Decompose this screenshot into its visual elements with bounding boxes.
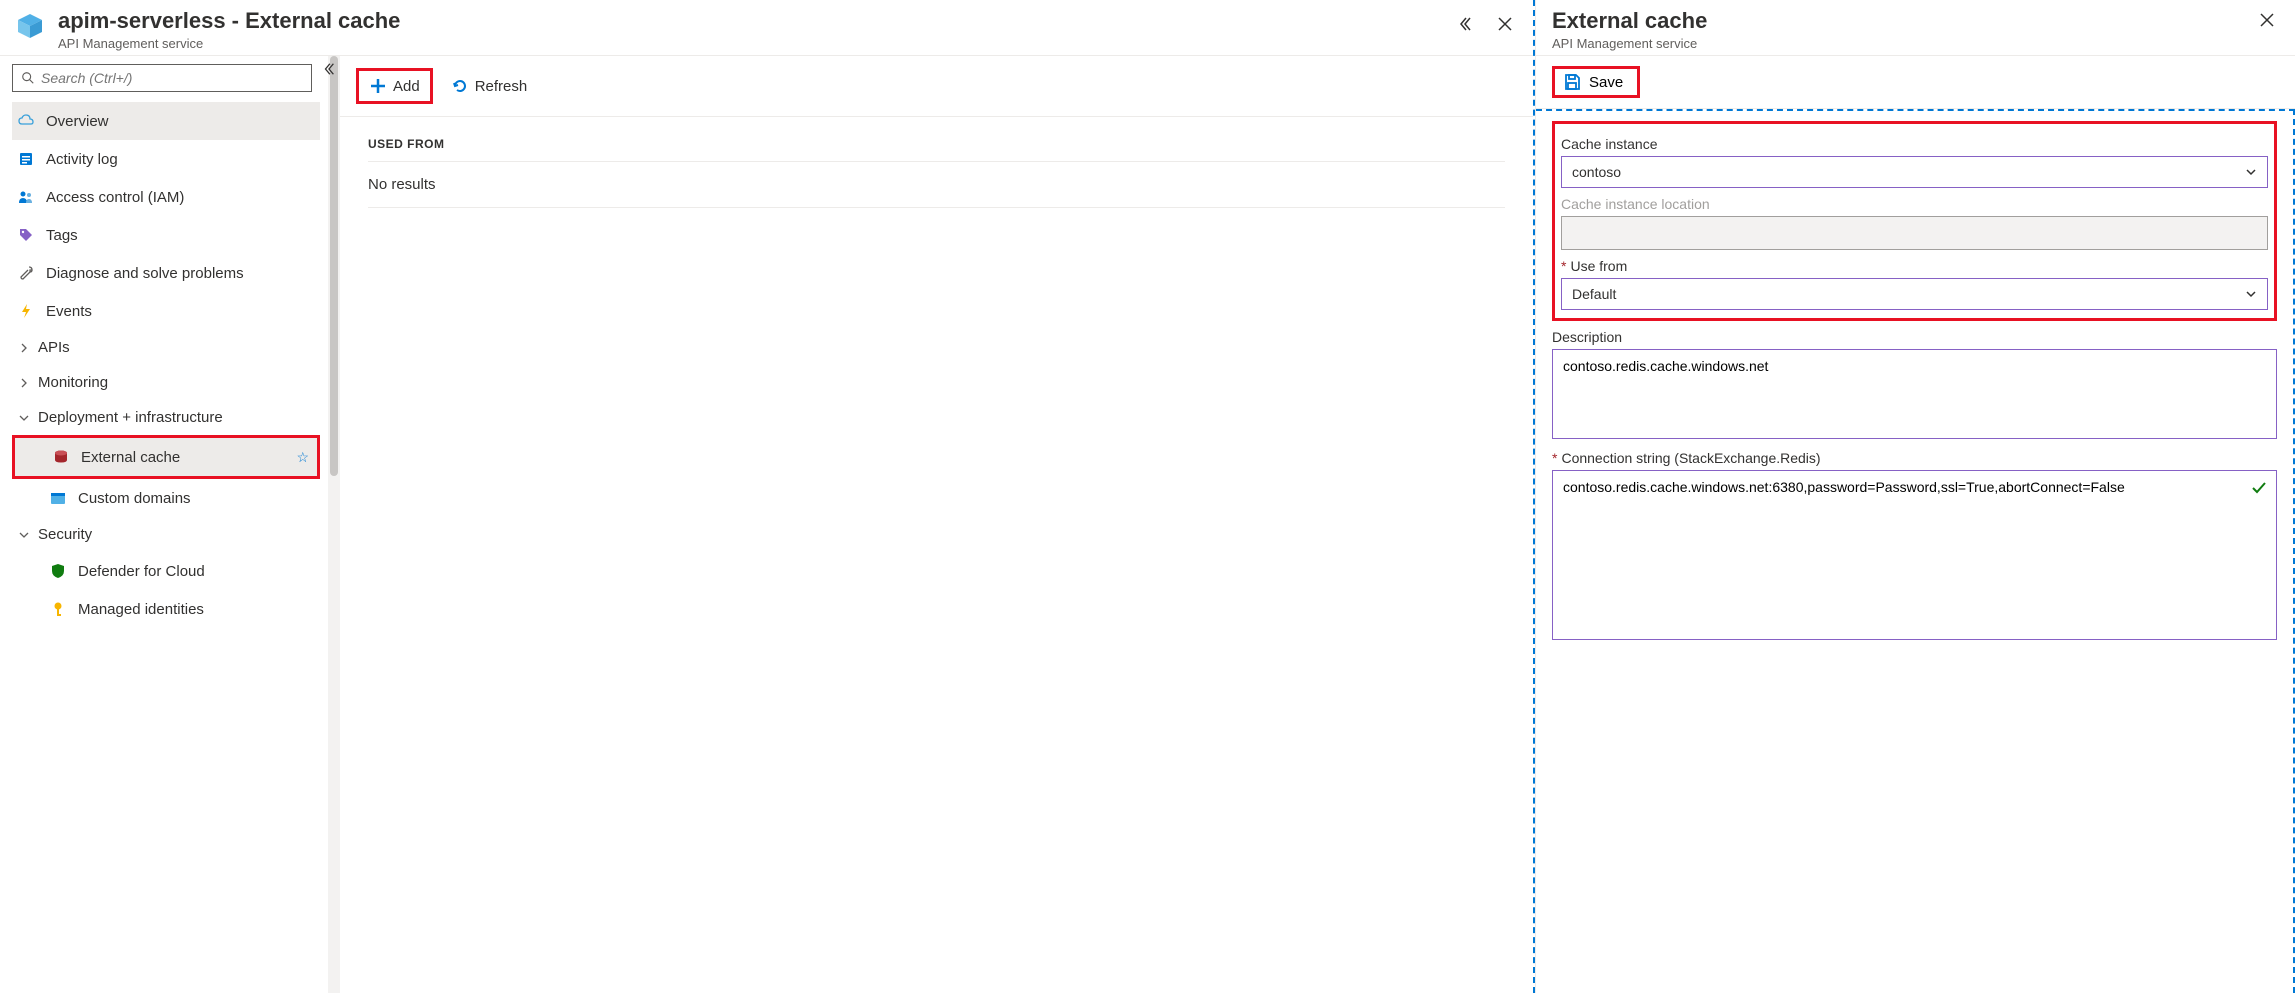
chevron-right-icon [16, 343, 32, 353]
nav-apis[interactable]: APIs [12, 330, 320, 365]
cache-instance-label: Cache instance [1561, 136, 2268, 152]
nav-label: Activity log [46, 151, 118, 168]
chevron-down-icon [16, 530, 32, 540]
nav-label: APIs [38, 339, 70, 356]
plus-icon [369, 77, 387, 95]
nav-label: Access control (IAM) [46, 189, 184, 206]
sidebar: Overview Activity log Acce [0, 56, 340, 993]
nav-label: External cache [81, 449, 180, 466]
blade-title: External cache [1552, 8, 1707, 34]
nav-diagnose[interactable]: Diagnose and solve problems [12, 254, 320, 292]
nav-label: Events [46, 303, 92, 320]
nav-label: Deployment + infrastructure [38, 409, 223, 426]
use-from-label: *Use from [1561, 258, 2268, 274]
nav-label: Overview [46, 113, 109, 130]
nav-label: Defender for Cloud [78, 563, 205, 580]
refresh-button-label: Refresh [475, 78, 528, 95]
cache-instance-value: contoso [1572, 164, 1621, 180]
description-textarea[interactable] [1552, 349, 2277, 439]
search-input[interactable] [12, 64, 312, 92]
list-empty-row: No results [368, 162, 1505, 208]
cache-location-label: Cache instance location [1561, 196, 2268, 212]
content-area: Add Refresh USED FROM No results [340, 56, 1533, 993]
chevron-down-icon [2245, 288, 2257, 300]
nav-label: Tags [46, 227, 78, 244]
key-icon [48, 599, 68, 619]
nav-activity-log[interactable]: Activity log [12, 140, 320, 178]
nav-overview[interactable]: Overview [12, 102, 320, 140]
blade-panel: External cache API Management service Sa… [1535, 0, 2295, 993]
page-header: apim-serverless - External cache API Man… [0, 0, 1533, 56]
checkmark-icon [2251, 480, 2267, 496]
chevron-down-icon [2245, 166, 2257, 178]
page-subtitle: API Management service [58, 36, 1453, 51]
nav-defender[interactable]: Defender for Cloud [12, 552, 320, 590]
save-button-label: Save [1589, 74, 1623, 91]
cache-location-input [1561, 216, 2268, 250]
close-main-button[interactable] [1493, 12, 1517, 36]
content-toolbar: Add Refresh [340, 56, 1533, 117]
save-button[interactable]: Save [1552, 66, 1640, 98]
nav-security[interactable]: Security [12, 517, 320, 552]
chevron-right-icon [16, 378, 32, 388]
use-from-select[interactable]: Default [1561, 278, 2268, 310]
resource-icon [12, 8, 48, 44]
description-label: Description [1552, 329, 2277, 345]
refresh-icon [451, 77, 469, 95]
nav-label: Monitoring [38, 374, 108, 391]
list-column-header: USED FROM [368, 137, 1505, 162]
tag-icon [16, 225, 36, 245]
nav-label: Security [38, 526, 92, 543]
domains-icon [48, 488, 68, 508]
cloud-icon [16, 111, 36, 131]
log-icon [16, 149, 36, 169]
blade-subtitle: API Management service [1552, 36, 1707, 51]
add-button[interactable]: Add [356, 68, 433, 104]
add-button-label: Add [393, 78, 420, 95]
nav-label: Diagnose and solve problems [46, 265, 244, 282]
nav-tags[interactable]: Tags [12, 216, 320, 254]
nav-managed-identities[interactable]: Managed identities [12, 590, 320, 628]
nav-label: Managed identities [78, 601, 204, 618]
save-icon [1563, 73, 1581, 91]
cache-icon [51, 447, 71, 467]
nav-external-cache[interactable]: External cache ☆ [12, 435, 320, 479]
form-highlight-box: Cache instance contoso Cache instance lo… [1552, 121, 2277, 321]
use-from-value: Default [1572, 286, 1616, 302]
collapse-sidebar-button[interactable] [322, 62, 336, 76]
close-blade-button[interactable] [2255, 8, 2279, 32]
nav-events[interactable]: Events [12, 292, 320, 330]
shield-icon [48, 561, 68, 581]
lightning-icon [16, 301, 36, 321]
nav-label: Custom domains [78, 490, 191, 507]
nav-access-control[interactable]: Access control (IAM) [12, 178, 320, 216]
refresh-button[interactable]: Refresh [441, 71, 538, 101]
search-icon [21, 71, 35, 85]
sidebar-scrollbar[interactable] [328, 56, 340, 993]
favorite-star-icon[interactable]: ☆ [296, 449, 309, 466]
people-icon [16, 187, 36, 207]
wrench-icon [16, 263, 36, 283]
collapse-left-icon[interactable] [1453, 12, 1477, 36]
connection-string-textarea[interactable] [1552, 470, 2277, 640]
connection-string-label: *Connection string (StackExchange.Redis) [1552, 450, 2277, 466]
cache-instance-select[interactable]: contoso [1561, 156, 2268, 188]
search-field[interactable] [41, 70, 303, 86]
scrollbar-thumb[interactable] [330, 56, 338, 476]
nav-deployment[interactable]: Deployment + infrastructure [12, 400, 320, 435]
chevron-down-icon [16, 413, 32, 423]
nav-custom-domains[interactable]: Custom domains [12, 479, 320, 517]
nav-monitoring[interactable]: Monitoring [12, 365, 320, 400]
page-title: apim-serverless - External cache [58, 8, 1453, 34]
